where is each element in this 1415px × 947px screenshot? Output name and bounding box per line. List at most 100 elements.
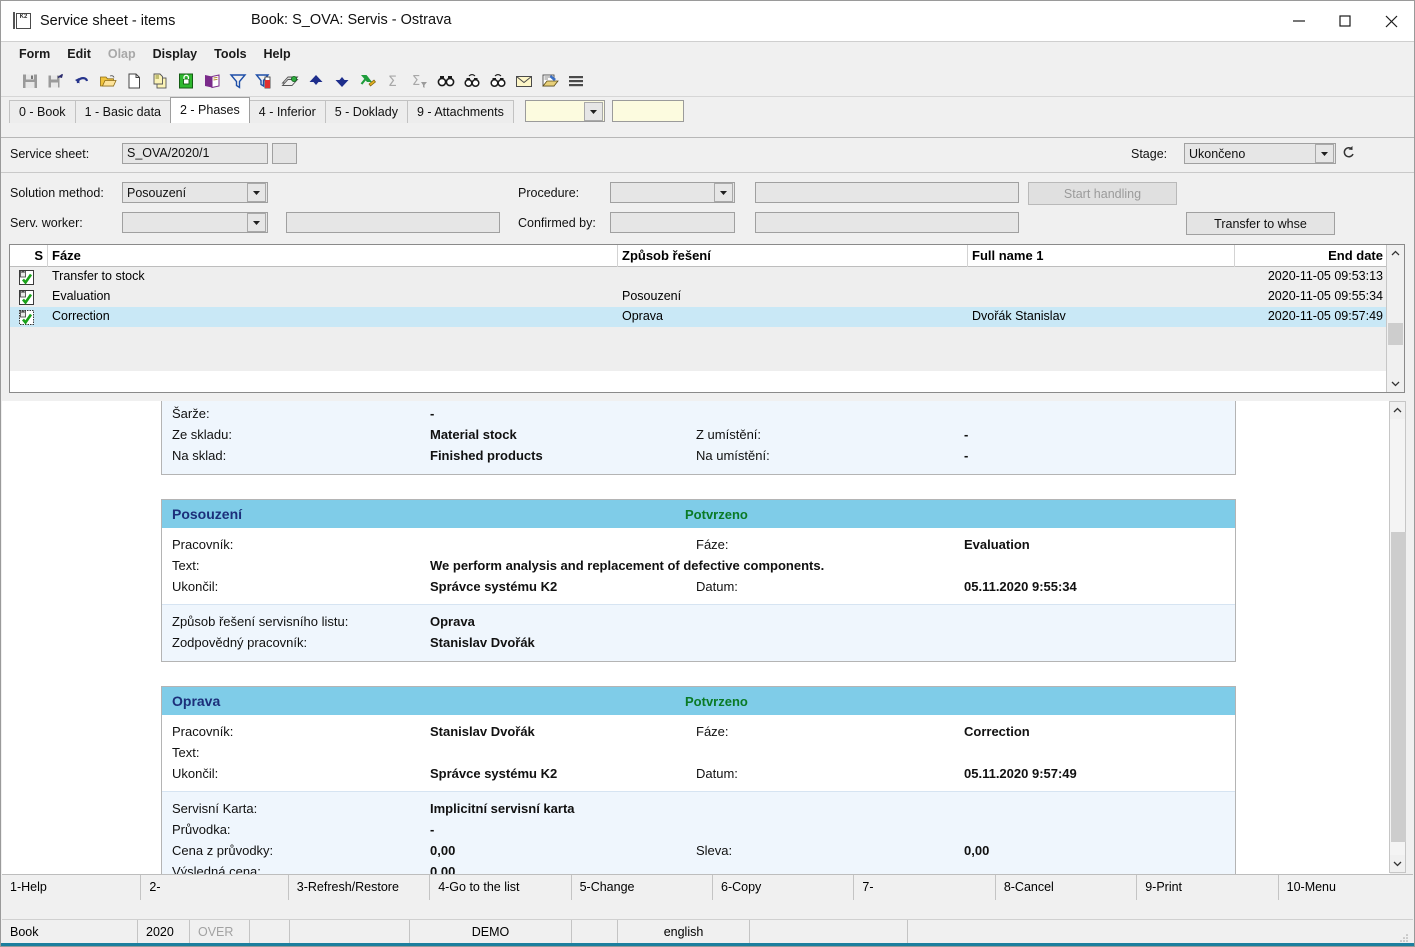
tab-filter-combo[interactable]	[524, 100, 605, 122]
fkey-6-copy[interactable]: 6-Copy	[713, 875, 855, 900]
print-icon[interactable]	[277, 68, 303, 94]
row-faze: Correction	[52, 309, 110, 323]
detail-label-2: Z umístění:	[696, 427, 762, 442]
service-sheet-lookup-button[interactable]	[272, 143, 297, 164]
locked-checked-icon	[19, 269, 34, 285]
fkey-3-refresh-restore[interactable]: 3-Refresh/Restore	[289, 875, 431, 900]
maximize-icon[interactable]	[1322, 1, 1368, 41]
grid-col-zpusob-reseni[interactable]: Způsob řešení	[618, 244, 968, 267]
new-document-icon[interactable]	[121, 68, 147, 94]
menu-item-form[interactable]: Form	[19, 47, 50, 61]
open-folder-icon[interactable]	[95, 68, 121, 94]
mail-icon[interactable]	[511, 68, 537, 94]
menu-list-icon[interactable]	[563, 68, 589, 94]
chevron-down-icon[interactable]	[714, 183, 733, 202]
grid-header-row: S Fáze Způsob řešení Full name 1 End dat…	[10, 244, 1404, 267]
service-sheet-input[interactable]: S_OVA/2020/1	[122, 143, 268, 164]
chevron-down-icon[interactable]	[247, 183, 266, 202]
locked-checked-icon	[19, 289, 34, 305]
grid-col-s[interactable]: S	[10, 244, 48, 267]
fkey-4-go-to-the-list[interactable]: 4-Go to the list	[430, 875, 572, 900]
menu-item-tools[interactable]: Tools	[214, 47, 246, 61]
procedure-combo[interactable]	[610, 182, 735, 203]
detail-row: Ze skladu: Material stock Z umístění: -	[162, 424, 1235, 445]
scroll-up-icon[interactable]	[1387, 245, 1404, 262]
lock-icon[interactable]	[173, 68, 199, 94]
fkey-1-help[interactable]: 1-Help	[2, 875, 142, 900]
fkey-9-print[interactable]: 9-Print	[1137, 875, 1279, 900]
table-row[interactable]: Transfer to stock 2020-11-05 09:53:13	[10, 267, 1404, 287]
grid-scroll-thumb[interactable]	[1388, 323, 1403, 345]
find-icon[interactable]	[433, 68, 459, 94]
transfer-to-whse-button[interactable]: Transfer to whse	[1186, 212, 1335, 235]
grid-col-end-date[interactable]: End date	[1235, 245, 1387, 267]
confirmed-by-input[interactable]	[610, 212, 735, 233]
solution-method-value: Posouzení	[127, 185, 187, 200]
save-and-close-icon[interactable]	[43, 68, 69, 94]
detail-value: Implicitní servisní karta	[430, 801, 575, 816]
detail-value-2: 05.11.2020 9:57:49	[964, 766, 1077, 781]
menu-item-help[interactable]: Help	[264, 47, 291, 61]
tab-9-attachments[interactable]: 9 - Attachments	[406, 100, 514, 123]
notes-icon[interactable]	[537, 68, 563, 94]
tab-4-inferior[interactable]: 4 - Inferior	[248, 100, 326, 123]
menu-item-edit[interactable]: Edit	[67, 47, 91, 61]
tab-1-basic-data[interactable]: 1 - Basic data	[74, 100, 171, 123]
book-icon[interactable]	[199, 68, 225, 94]
procedure-text-input[interactable]	[755, 182, 1019, 203]
tab-5-doklady[interactable]: 5 - Doklady	[324, 100, 408, 123]
menu-item-display[interactable]: Display	[153, 47, 197, 61]
detail-vertical-scrollbar[interactable]	[1389, 401, 1406, 873]
filter-edit-icon[interactable]	[251, 68, 277, 94]
move-down-icon[interactable]	[329, 68, 355, 94]
fkey-2[interactable]: 2-	[141, 875, 289, 900]
scroll-up-icon[interactable]	[1390, 402, 1405, 419]
partial-card-band: Šarže: - Ze skladu: Material stock Z umí…	[162, 401, 1235, 474]
detail-value-2: Correction	[964, 724, 1030, 739]
table-row[interactable]: Evaluation Posouzení 2020-11-05 09:55:34	[10, 287, 1404, 307]
detail-label: Na sklad:	[172, 448, 227, 463]
tab-0-book[interactable]: 0 - Book	[9, 100, 76, 123]
filter-icon[interactable]	[225, 68, 251, 94]
save-icon[interactable]	[17, 68, 43, 94]
tab-2-phases[interactable]: 2 - Phases	[170, 97, 250, 123]
detail-value: Stanislav Dvořák	[430, 635, 535, 650]
table-row[interactable]: Correction Oprava Dvořák Stanislav 2020-…	[10, 307, 1404, 327]
row-full-name: Dvořák Stanislav	[972, 309, 1066, 323]
solution-method-combo[interactable]: Posouzení	[122, 182, 268, 203]
resize-grip-icon[interactable]	[1399, 932, 1409, 942]
detail-scroll-thumb[interactable]	[1391, 532, 1406, 842]
fkey-10-menu[interactable]: 10-Menu	[1279, 875, 1413, 900]
detail-label: Pracovník:	[172, 724, 234, 739]
fkey-7[interactable]: 7-	[854, 875, 996, 900]
close-icon[interactable]	[1368, 1, 1414, 41]
minimize-icon[interactable]	[1276, 1, 1322, 41]
chevron-down-icon[interactable]	[1315, 144, 1334, 163]
fkey-5-change[interactable]: 5-Change	[572, 875, 713, 900]
export-excel-icon[interactable]	[355, 68, 381, 94]
stage-combo[interactable]: Ukončeno	[1184, 143, 1336, 164]
status-badge: Potvrzeno	[685, 506, 748, 522]
scroll-down-icon[interactable]	[1387, 375, 1404, 392]
history-icon[interactable]	[1340, 144, 1357, 164]
scroll-down-icon[interactable]	[1390, 855, 1405, 872]
detail-label-2: Fáze:	[696, 724, 729, 739]
grid-col-faze[interactable]: Fáze	[48, 244, 618, 267]
chevron-down-icon[interactable]	[583, 101, 603, 121]
serv-worker-text-input[interactable]	[286, 212, 500, 233]
move-up-icon[interactable]	[303, 68, 329, 94]
start-handling-button[interactable]: Start handling	[1028, 182, 1177, 205]
window-book-label: Book: S_OVA: Servis - Ostrava	[251, 12, 452, 28]
grid-col-full-name-1[interactable]: Full name 1	[968, 244, 1235, 267]
undo-icon[interactable]	[69, 68, 95, 94]
tab-filter-field[interactable]	[611, 100, 684, 122]
fkey-8-cancel[interactable]: 8-Cancel	[996, 875, 1138, 900]
serv-worker-combo[interactable]	[122, 212, 268, 233]
grid-vertical-scrollbar[interactable]	[1386, 245, 1404, 392]
find-next-icon[interactable]	[485, 68, 511, 94]
detail-label-2: Datum:	[696, 579, 738, 594]
chevron-down-icon[interactable]	[247, 213, 266, 232]
copy-document-icon[interactable]	[147, 68, 173, 94]
find-previous-icon[interactable]	[459, 68, 485, 94]
confirmed-by-text-input[interactable]	[755, 212, 1019, 233]
